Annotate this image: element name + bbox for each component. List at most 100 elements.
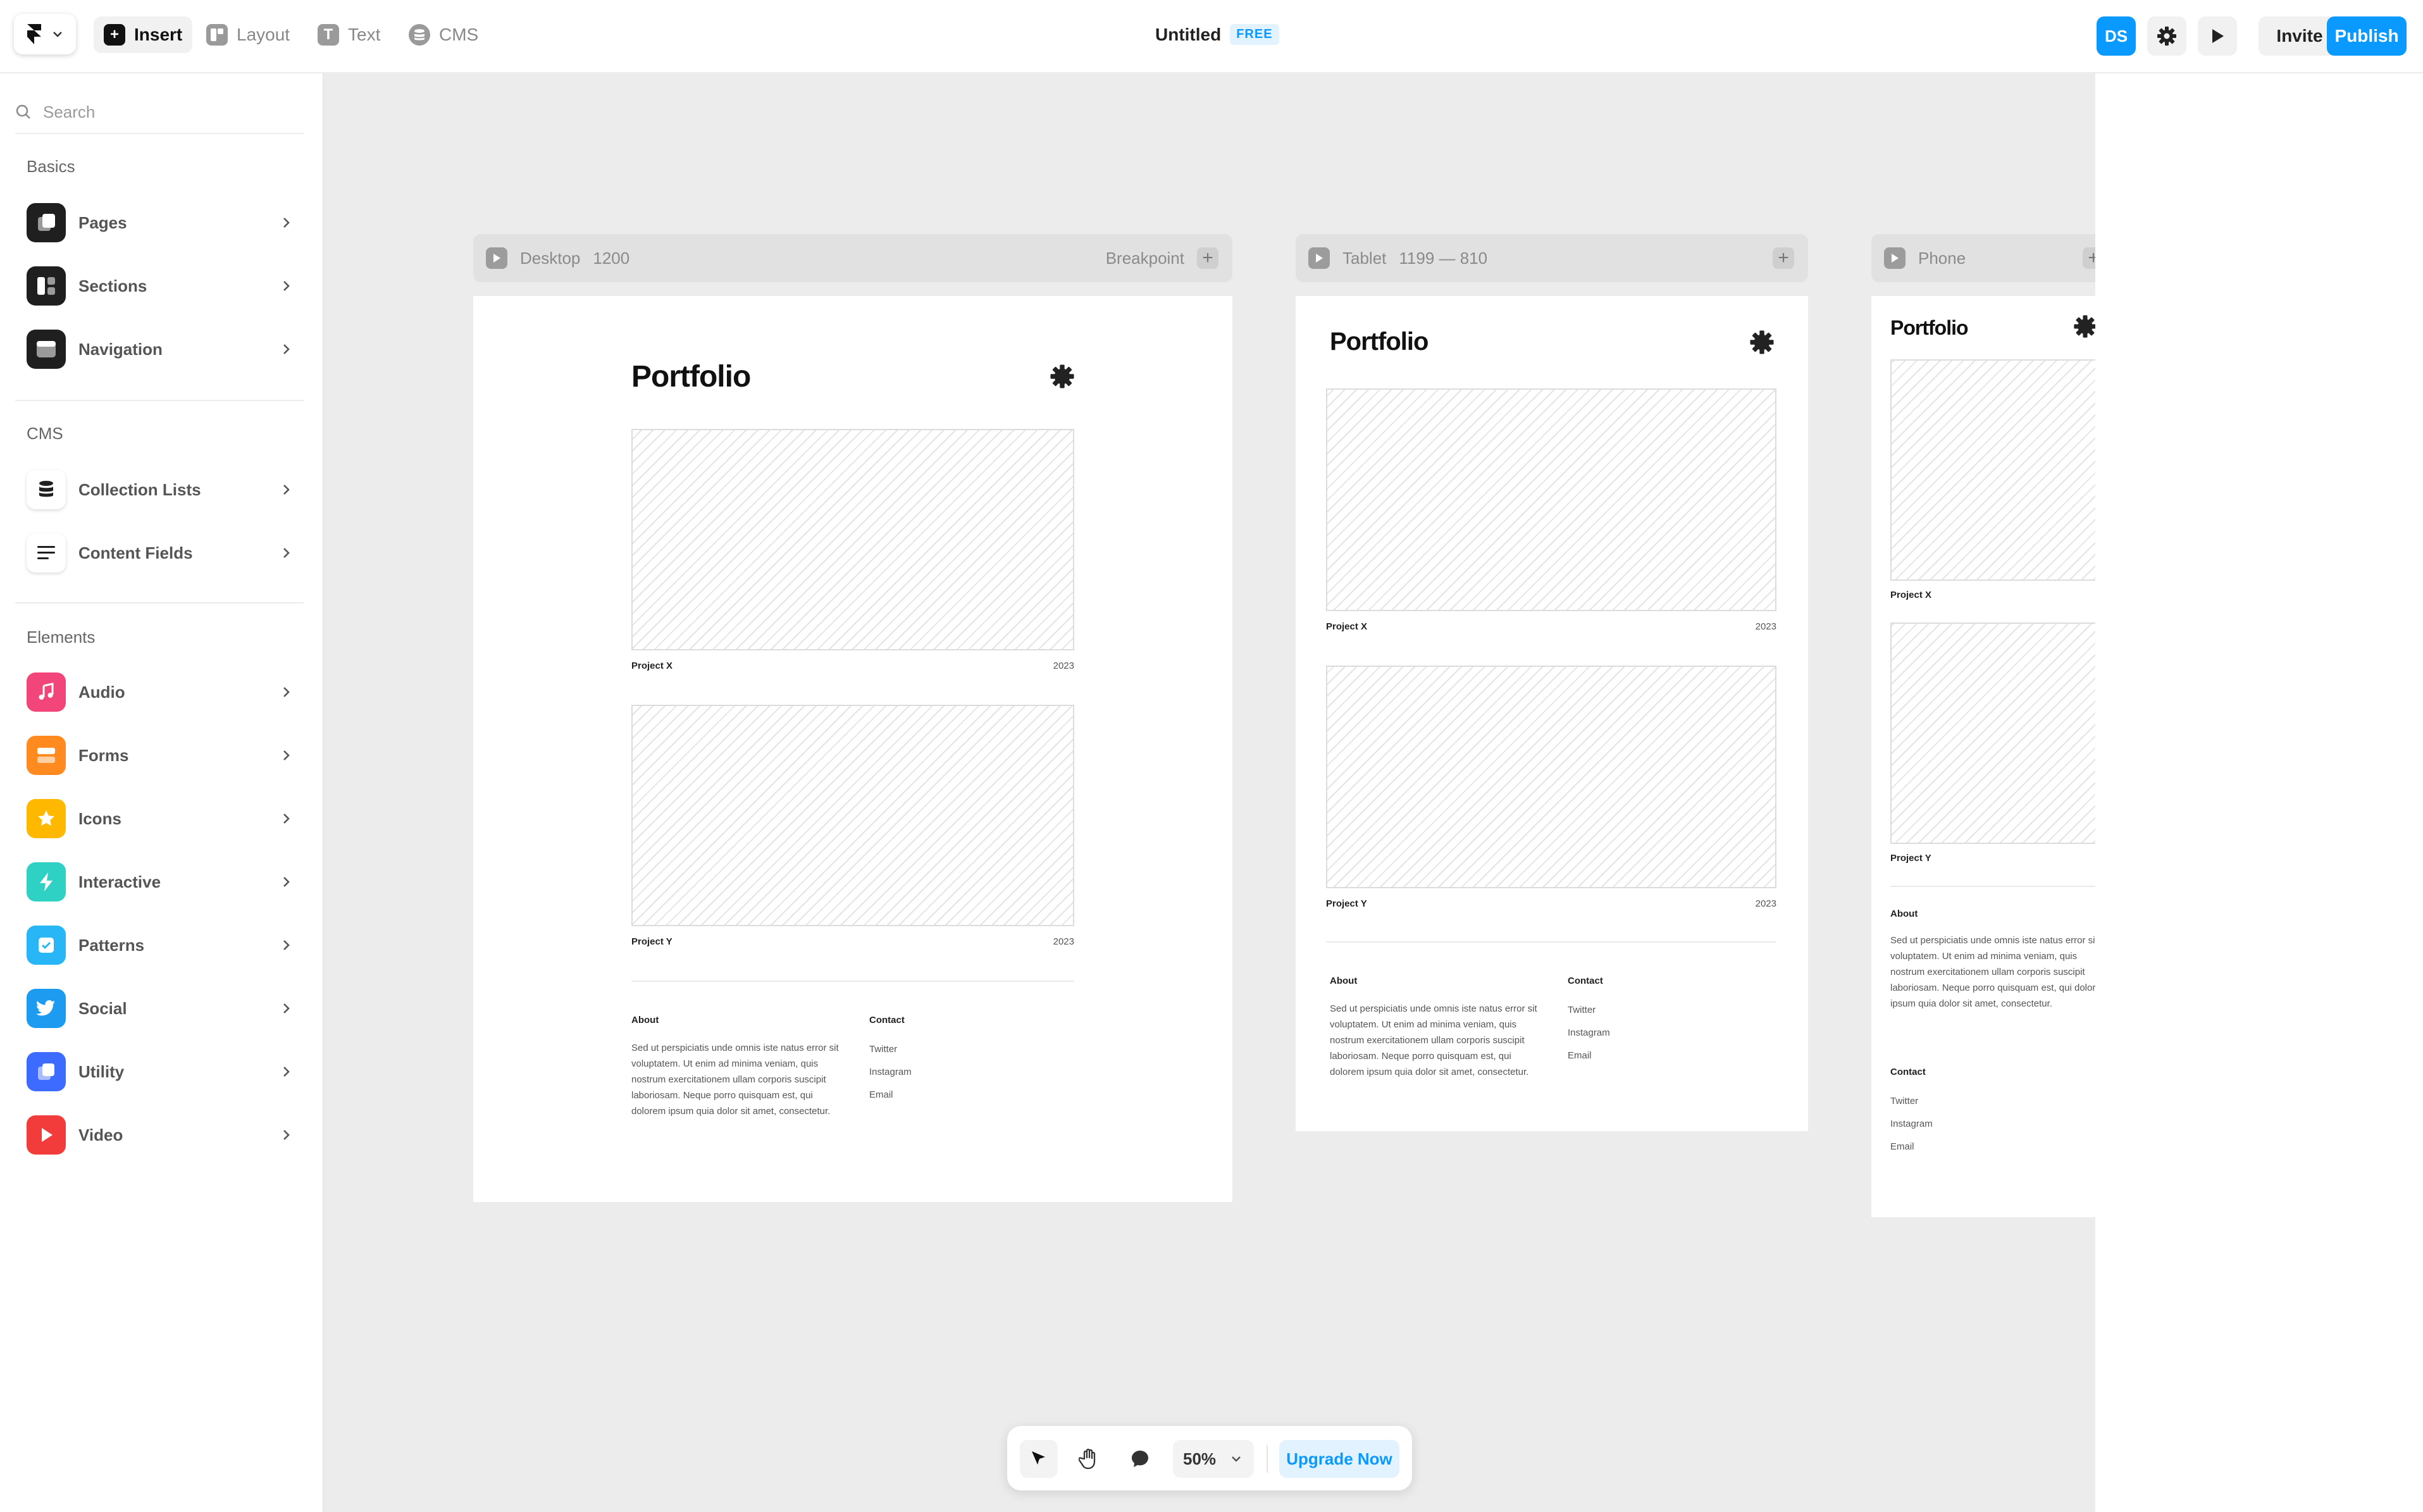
contact-heading: Contact: [869, 1015, 905, 1026]
sidebar-divider: [15, 602, 304, 604]
gear-icon: [1050, 364, 1074, 388]
preview-breakpoint-icon[interactable]: [1884, 247, 1906, 269]
twitter-icon: [27, 989, 66, 1028]
app-menu-button[interactable]: [14, 14, 76, 54]
project-image-placeholder[interactable]: [631, 429, 1074, 650]
canvas-toolbar: 50% Upgrade Now: [1007, 1426, 1412, 1490]
contact-link-email[interactable]: Email: [869, 1089, 893, 1100]
contact-link-email[interactable]: Email: [1568, 1050, 1592, 1061]
add-breakpoint-icon[interactable]: +: [1773, 247, 1794, 269]
database-icon: [409, 24, 430, 46]
upgrade-now-button[interactable]: Upgrade Now: [1279, 1440, 1399, 1478]
breakpoint-bar-tablet[interactable]: Tablet 1199 — 810 +: [1296, 234, 1808, 282]
form-icon: [27, 736, 66, 775]
section-title-basics: Basics: [27, 157, 75, 176]
sidebar-item-video[interactable]: Video: [27, 1115, 294, 1155]
tool-text[interactable]: T Text: [307, 16, 390, 53]
contact-heading: Contact: [1890, 1067, 1926, 1077]
user-avatar[interactable]: DS: [2097, 16, 2136, 56]
hand-tool-button[interactable]: [1070, 1440, 1108, 1478]
sidebar-item-patterns[interactable]: Patterns: [27, 925, 294, 965]
preview-button[interactable]: [2198, 16, 2237, 56]
contact-link-twitter[interactable]: Twitter: [1890, 1096, 1918, 1106]
contact-link-instagram[interactable]: Instagram: [869, 1067, 912, 1077]
project-image-placeholder[interactable]: [1890, 359, 2095, 581]
about-heading: About: [1890, 908, 1918, 919]
about-text: Sed ut perspiciatis unde omnis iste natu…: [1890, 935, 2095, 1009]
chevron-right-icon: [283, 485, 290, 495]
sidebar-divider: [15, 400, 304, 401]
sidebar-item-audio[interactable]: Audio: [27, 672, 294, 712]
desktop-frame[interactable]: Portfolio Project X 2023 Project Y 2023 …: [473, 296, 1232, 1202]
sidebar-item-social[interactable]: Social: [27, 988, 294, 1029]
project-image-placeholder[interactable]: [1326, 388, 1776, 611]
sidebar-item-pages[interactable]: Pages: [27, 202, 294, 243]
project-name: Project X: [1326, 621, 1368, 632]
tool-cms[interactable]: CMS: [399, 16, 488, 53]
add-breakpoint-icon[interactable]: +: [1197, 247, 1218, 269]
sidebar-item-navigation[interactable]: Navigation: [27, 329, 294, 369]
chevron-right-icon: [283, 940, 290, 950]
chevron-right-icon: [283, 548, 290, 558]
select-tool-button[interactable]: [1020, 1440, 1058, 1478]
zoom-dropdown[interactable]: 50%: [1173, 1440, 1254, 1478]
design-canvas[interactable]: Desktop 1200 Breakpoint + Portfolio Proj…: [325, 75, 2095, 1512]
navigation-icon: [27, 330, 66, 369]
project-year: 2023: [2055, 590, 2095, 600]
breakpoint-bar-phone[interactable]: Phone +: [1871, 234, 2095, 282]
project-year: 2023: [2055, 853, 2095, 864]
chevron-right-icon: [283, 1067, 290, 1077]
play-icon: [27, 1115, 66, 1155]
contact-heading: Contact: [1568, 976, 1603, 986]
preview-breakpoint-icon[interactable]: [486, 247, 507, 269]
add-breakpoint-icon[interactable]: +: [2083, 247, 2095, 269]
insert-sidebar: Search Basics Pages Sections Navigation …: [0, 73, 324, 1512]
chevron-right-icon: [283, 1003, 290, 1013]
document-title[interactable]: Untitled FREE: [1155, 24, 1279, 45]
settings-button[interactable]: [2147, 16, 2186, 56]
search-field[interactable]: Search: [15, 91, 304, 134]
add-breakpoint-label[interactable]: Breakpoint: [1106, 249, 1184, 268]
phone-frame[interactable]: Portfolio Project X 2023 Project Y 2023 …: [1871, 296, 2095, 1217]
music-icon: [27, 672, 66, 712]
tool-insert[interactable]: + Insert: [94, 16, 193, 53]
breakpoint-bar-desktop[interactable]: Desktop 1200 Breakpoint +: [473, 234, 1232, 282]
layout-icon: [206, 24, 228, 46]
search-icon: [16, 104, 30, 119]
contact-link-twitter[interactable]: Twitter: [1568, 1005, 1596, 1015]
project-image-placeholder[interactable]: [1326, 666, 1776, 888]
plan-badge: FREE: [1230, 24, 1279, 45]
sidebar-item-content-fields[interactable]: Content Fields: [27, 533, 294, 573]
tool-layout[interactable]: Layout: [196, 16, 300, 53]
sidebar-item-interactive[interactable]: Interactive: [27, 862, 294, 902]
project-image-placeholder[interactable]: [631, 705, 1074, 926]
project-name: Project X: [631, 660, 673, 671]
sidebar-item-utility[interactable]: Utility: [27, 1051, 294, 1092]
comment-tool-button[interactable]: [1121, 1440, 1159, 1478]
chevron-right-icon: [283, 281, 290, 291]
contact-link-instagram[interactable]: Instagram: [1890, 1119, 1933, 1129]
chevron-right-icon: [283, 687, 290, 697]
project-year: 2023: [1755, 898, 1776, 909]
project-name: Project X: [1890, 590, 1932, 600]
contact-link-email[interactable]: Email: [1890, 1141, 1914, 1152]
contact-link-instagram[interactable]: Instagram: [1568, 1027, 1610, 1038]
cursor-icon: [1032, 1451, 1045, 1465]
sidebar-item-forms[interactable]: Forms: [27, 735, 294, 776]
project-image-placeholder[interactable]: [1890, 623, 2095, 844]
comment-icon: [1132, 1451, 1148, 1467]
publish-button[interactable]: Publish: [2327, 16, 2407, 56]
contact-link-twitter[interactable]: Twitter: [869, 1044, 897, 1055]
about-text: Sed ut perspiciatis unde omnis iste natu…: [631, 1043, 839, 1117]
preview-breakpoint-icon[interactable]: [1308, 247, 1330, 269]
sidebar-item-collection-lists[interactable]: Collection Lists: [27, 469, 294, 510]
top-toolbar: + Insert Layout T Text CMS Untitled FREE…: [0, 0, 2423, 73]
text-icon: T: [318, 24, 339, 46]
sidebar-item-sections[interactable]: Sections: [27, 266, 294, 306]
sidebar-item-icons[interactable]: Icons: [27, 798, 294, 839]
tablet-frame[interactable]: Portfolio Project X 2023 Project Y 2023 …: [1296, 296, 1808, 1131]
footer-divider: [1326, 941, 1776, 943]
about-heading: About: [1330, 976, 1358, 986]
project-name: Project Y: [1326, 898, 1367, 909]
search-placeholder: Search: [43, 102, 96, 121]
